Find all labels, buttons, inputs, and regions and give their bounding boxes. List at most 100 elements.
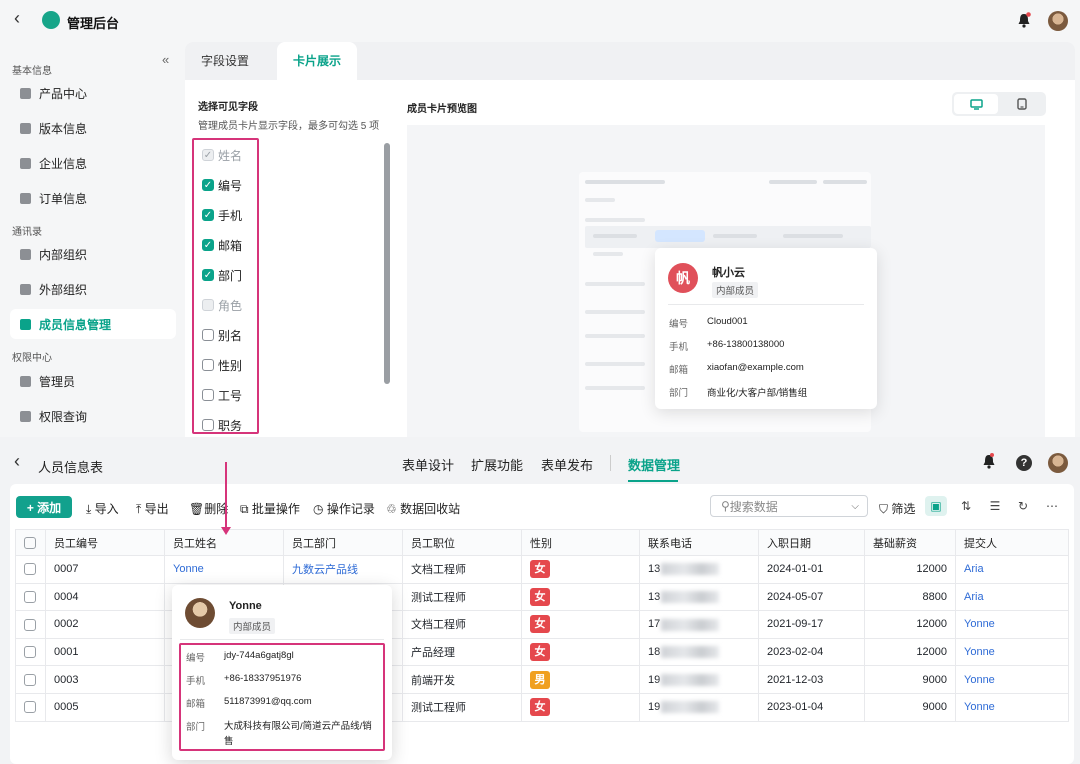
monitor-icon[interactable] <box>954 94 998 114</box>
field-option[interactable]: 性别 <box>202 355 242 375</box>
checkbox-icon[interactable] <box>24 536 36 549</box>
tab-extensions[interactable]: 扩展功能 <box>471 455 523 474</box>
help-icon[interactable]: ? <box>1016 455 1032 471</box>
tab-field-settings[interactable]: 字段设置 <box>185 42 265 80</box>
field-option[interactable]: 别名 <box>202 325 242 345</box>
search-input[interactable]: ⚲ 搜索数据 ⌵ <box>710 495 868 517</box>
tab-form-design[interactable]: 表单设计 <box>402 455 454 474</box>
phone-prefix: 19 <box>648 673 661 686</box>
cell-gender: 女 <box>521 582 640 612</box>
cell-dept[interactable]: 九数云产品线 <box>283 555 403 584</box>
col-header[interactable]: 员工部门 <box>283 529 403 556</box>
field-option[interactable]: 职务 <box>202 415 242 435</box>
delete-button[interactable]: 🗑删除 <box>189 500 228 517</box>
field-option[interactable]: ✓ 编号 <box>202 175 242 195</box>
cell-name[interactable]: Yonne <box>164 555 284 584</box>
user-avatar[interactable] <box>1048 11 1068 31</box>
bell-icon[interactable] <box>1017 12 1031 28</box>
log-button[interactable]: ◷ 操作记录 <box>313 500 375 517</box>
member-popup-card: Yonne 内部成员 编号 jdy-744a6gatj8gl 手机 +86-18… <box>172 585 392 760</box>
sidebar-item-admin[interactable]: 管理员 <box>10 366 176 396</box>
checkbox-icon[interactable] <box>24 701 36 714</box>
export-button[interactable]: ⤒ 导出 <box>136 500 169 517</box>
cell-submitter[interactable]: Yonne <box>955 665 1069 694</box>
more-icon[interactable]: ⋯ <box>1041 496 1063 516</box>
bell-icon[interactable] <box>982 453 996 469</box>
col-header[interactable]: 员工职位 <box>402 529 522 556</box>
cell-submitter[interactable]: Aria <box>955 582 1069 612</box>
card-label-email: 邮箱 <box>669 365 689 376</box>
field-option[interactable]: 工号 <box>202 385 242 405</box>
checkbox-icon[interactable] <box>202 419 214 431</box>
add-button[interactable]: + 添加 <box>16 496 72 518</box>
col-header[interactable]: 基础薪资 <box>864 529 956 556</box>
table-row[interactable]: 0007 Yonne 九数云产品线 文档工程师 女 13 2024-01-01 … <box>15 555 1069 584</box>
card-value-dept: 商业化/大客户部/销售组 <box>707 388 808 399</box>
cell-position: 测试工程师 <box>402 692 522 722</box>
gender-badge: 女 <box>530 643 550 662</box>
row-height-icon[interactable]: ☰ <box>984 496 1006 516</box>
cell-date: 2023-01-04 <box>758 692 865 722</box>
col-header[interactable]: 联系电话 <box>639 529 759 556</box>
checkbox-icon[interactable] <box>24 563 36 576</box>
recycle-button[interactable]: ♲ 数据回收站 <box>386 500 460 517</box>
field-option[interactable]: ✓ 部门 <box>202 265 242 285</box>
checkbox-checked-icon[interactable]: ✓ <box>202 239 214 251</box>
tab-card-display[interactable]: 卡片展示 <box>277 42 358 80</box>
sidebar-item-external-org[interactable]: 外部组织 <box>10 274 176 304</box>
checkbox-icon[interactable] <box>24 646 36 659</box>
checkbox-icon[interactable] <box>202 329 214 341</box>
layers-icon <box>20 122 31 134</box>
user-avatar[interactable] <box>1048 453 1068 473</box>
batch-icon: ⧉ <box>240 502 252 516</box>
batch-button[interactable]: ⧉ 批量操作 <box>240 500 300 517</box>
card-settings-panel: ‹ 管理后台 基本信息 « 产品中心 版本信息 企业信息 订单信息 通讯录 内部… <box>0 0 1080 437</box>
back-icon[interactable]: ‹ <box>14 8 20 29</box>
col-header[interactable]: 员工编号 <box>45 529 165 556</box>
sort-icon[interactable]: ⇅ <box>955 496 977 516</box>
sidebar-item-label: 外部组织 <box>39 282 88 297</box>
checkbox-icon[interactable] <box>24 673 36 686</box>
sidebar-item-member-management[interactable]: 成员信息管理 <box>10 309 176 339</box>
back-icon[interactable]: ‹ <box>14 451 20 472</box>
sidebar-item-product[interactable]: 产品中心 <box>10 78 176 108</box>
checkbox-icon[interactable] <box>24 590 36 603</box>
cell-submitter[interactable]: Yonne <box>955 637 1069 667</box>
filter-button[interactable]: ⛉ 筛选 <box>879 500 915 517</box>
checkbox-checked-icon[interactable]: ✓ <box>202 179 214 191</box>
tab-publish[interactable]: 表单发布 <box>541 455 593 474</box>
cell-salary: 12000 <box>864 637 956 667</box>
sidebar-item-internal-org[interactable]: 内部组织 <box>10 239 176 269</box>
checkbox-checked-icon[interactable]: ✓ <box>202 209 214 221</box>
col-header[interactable]: 提交人 <box>955 529 1069 556</box>
cell-submitter[interactable]: Aria <box>955 555 1069 584</box>
checkbox-checked-icon[interactable]: ✓ <box>202 269 214 281</box>
field-list-scrollbar[interactable] <box>384 143 390 384</box>
sidebar-item-version[interactable]: 版本信息 <box>10 113 176 143</box>
tablet-icon[interactable] <box>1000 94 1044 114</box>
import-button[interactable]: ⤓ 导入 <box>86 500 119 517</box>
collapse-icon[interactable]: « <box>162 52 169 67</box>
cell-gender: 女 <box>521 637 640 667</box>
cell-gender: 男 <box>521 665 640 694</box>
field-option[interactable]: ✓ 邮箱 <box>202 235 242 255</box>
active-tab-underline <box>628 480 678 482</box>
cell-submitter[interactable]: Yonne <box>955 692 1069 722</box>
tab-data-management[interactable]: 数据管理 <box>628 455 680 474</box>
field-label: 编号 <box>218 178 243 193</box>
cell-submitter[interactable]: Yonne <box>955 610 1069 639</box>
gender-badge: 女 <box>530 698 550 717</box>
refresh-icon[interactable]: ↻ <box>1012 496 1034 516</box>
select-all-cell[interactable] <box>15 529 46 556</box>
sidebar-item-enterprise[interactable]: 企业信息 <box>10 148 176 178</box>
card-view-icon[interactable]: ▣ <box>925 496 947 516</box>
field-option[interactable]: ✓ 手机 <box>202 205 242 225</box>
phone-prefix: 19 <box>648 701 661 714</box>
sidebar-item-order[interactable]: 订单信息 <box>10 183 176 213</box>
col-header[interactable]: 入职日期 <box>758 529 865 556</box>
checkbox-icon[interactable] <box>24 618 36 631</box>
col-header[interactable]: 性别 <box>521 529 640 556</box>
checkbox-icon[interactable] <box>202 359 214 371</box>
sidebar-item-permission-query[interactable]: 权限查询 <box>10 401 176 431</box>
checkbox-icon[interactable] <box>202 389 214 401</box>
